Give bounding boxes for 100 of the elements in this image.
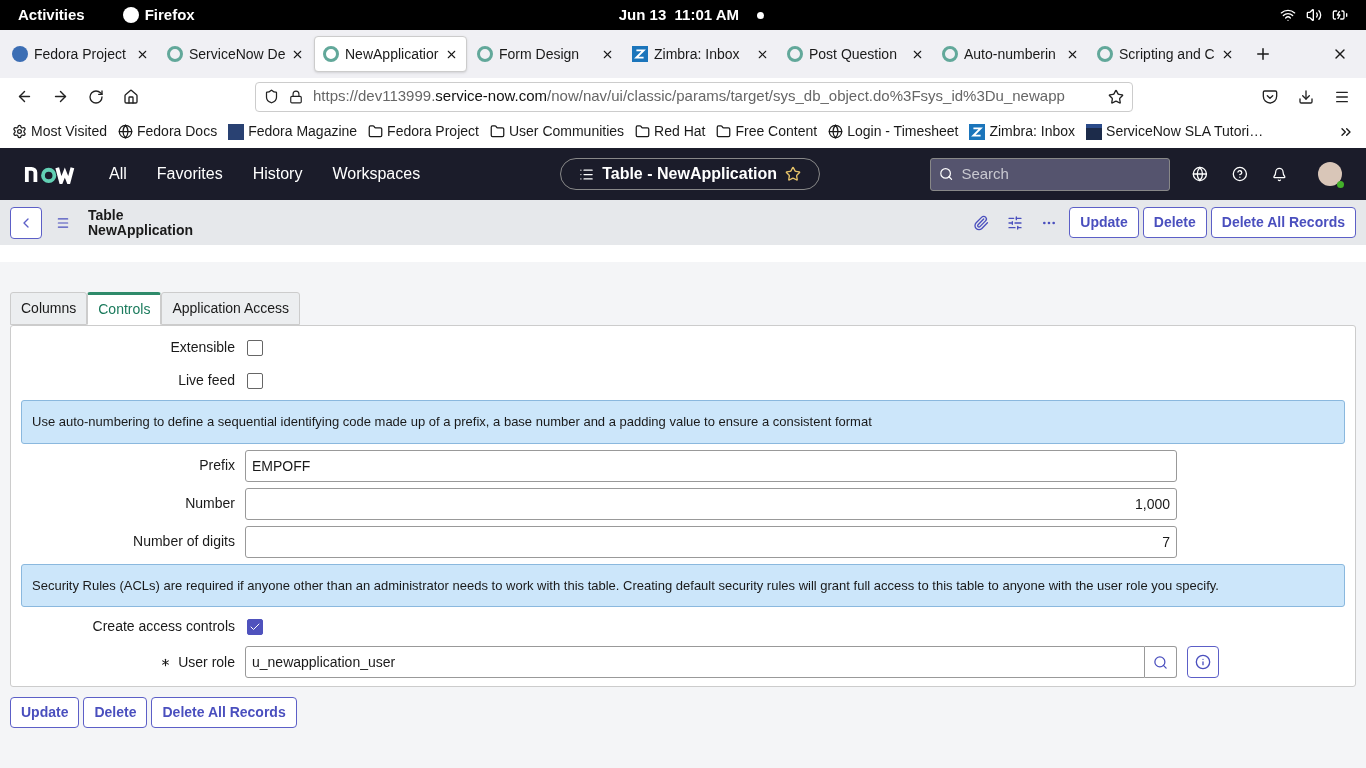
bookmark-star-icon[interactable] xyxy=(1108,88,1124,105)
browser-tab[interactable]: Scripting and C xyxy=(1089,36,1242,72)
new-tab-icon[interactable] xyxy=(1254,45,1272,63)
tab-title: Zimbra: Inbox xyxy=(654,44,741,64)
sliders-icon[interactable] xyxy=(1007,214,1024,231)
volume-icon[interactable] xyxy=(1306,7,1322,23)
field-label: User role xyxy=(178,652,235,672)
header-action-button[interactable]: Delete xyxy=(1142,207,1207,238)
bookmark-item[interactable]: Login - Timesheet xyxy=(847,121,959,142)
browser-tab[interactable]: Fedora Project xyxy=(4,36,157,72)
tab-title: Auto-numberin xyxy=(964,44,1057,64)
bookmark-item[interactable]: ServiceNow SLA Tutori… xyxy=(1106,121,1264,142)
info-message: Security Rules (ACLs) are required if anyone other than an administrator needs to work with this table. Creating default security rules will grant full access to this table to anyone with the user role you specify. xyxy=(21,563,1345,607)
form-tab[interactable]: Columns xyxy=(10,292,88,325)
wifi-icon[interactable] xyxy=(1280,7,1296,23)
search-field[interactable]: Search xyxy=(930,157,1171,191)
nav-menu-item[interactable]: Workspaces xyxy=(332,162,421,186)
bookmark-item[interactable]: User Communities xyxy=(508,121,625,142)
bookmark-item[interactable]: Fedora Project xyxy=(387,121,479,142)
nav-menu-item[interactable]: Favorites xyxy=(156,162,223,186)
lock-icon xyxy=(289,89,303,104)
field-label: Live feed xyxy=(178,371,235,390)
z-logo-icon xyxy=(632,46,648,62)
list-icon xyxy=(579,166,595,182)
url-text: https://dev113999.service-now.com/now/nav/ui/classic/params/target/sys_db_object.do%3Fsys_id%3Du_newapp xyxy=(313,86,1066,107)
record-type: Table xyxy=(88,207,125,223)
globe-icon[interactable] xyxy=(1192,166,1208,182)
activities-button[interactable]: Activities xyxy=(18,3,85,27)
forward-icon[interactable] xyxy=(52,88,69,105)
bookmark-item[interactable]: Red Hat xyxy=(654,121,706,142)
info-message: Use auto-numbering to define a sequential identifying code made up of a prefix, a base number and a padding value to ensure a consistent format xyxy=(21,400,1345,444)
folder-icon xyxy=(716,124,732,139)
record-name: NewApplication xyxy=(88,222,193,238)
browser-tab[interactable]: Form Design xyxy=(469,36,622,72)
browser-tab[interactable]: Zimbra: Inbox xyxy=(624,36,777,72)
form-action-button[interactable]: Delete xyxy=(83,697,148,728)
battery-icon[interactable] xyxy=(1332,7,1348,23)
ring-logo-icon xyxy=(1097,46,1113,62)
globe-icon xyxy=(118,124,133,139)
text-field[interactable]: 1,000 xyxy=(245,487,1177,520)
field-label: Prefix xyxy=(199,456,235,475)
checkbox[interactable] xyxy=(247,339,263,356)
globe-icon xyxy=(828,124,844,139)
reference-field[interactable]: u_newapplication_user xyxy=(245,646,1145,678)
home-icon[interactable] xyxy=(123,88,139,105)
form-tab[interactable]: Application Access xyxy=(161,292,301,325)
pocket-icon[interactable] xyxy=(1262,88,1278,105)
header-action-button[interactable]: Delete All Records xyxy=(1210,207,1356,238)
bell-icon[interactable] xyxy=(1271,166,1287,182)
browser-tab[interactable]: ServiceNow De xyxy=(159,36,312,72)
tab-title: ServiceNow De xyxy=(189,44,285,64)
tab-title: Form Design xyxy=(499,44,581,64)
bookmark-item[interactable]: Free Content xyxy=(735,121,818,142)
shield-icon xyxy=(264,89,279,104)
app-name[interactable]: Firefox xyxy=(144,3,195,27)
field-label: Extensible xyxy=(170,338,235,357)
field-label: Number xyxy=(185,494,235,513)
checkbox[interactable] xyxy=(247,372,263,389)
folder-icon xyxy=(368,124,384,139)
header-action-button[interactable]: Update xyxy=(1069,207,1139,238)
nav-menu-item[interactable]: History xyxy=(252,162,303,186)
text-field[interactable]: EMPOFF xyxy=(245,449,1177,482)
back-icon[interactable] xyxy=(16,88,33,105)
clock[interactable]: Jun 13 11:01 AM xyxy=(618,3,740,27)
bookmark-item[interactable]: Fedora Magazine xyxy=(248,121,358,142)
browser-tab[interactable]: Auto-numberin xyxy=(934,36,1087,72)
ring-logo-icon xyxy=(942,46,958,62)
folder-icon xyxy=(489,124,505,139)
browser-tab[interactable]: NewApplicatior xyxy=(314,36,467,72)
info-button[interactable] xyxy=(1187,646,1219,678)
bookmark-item[interactable]: Most Visited xyxy=(31,121,107,142)
back-button[interactable] xyxy=(10,206,42,239)
text-field[interactable]: 7 xyxy=(245,525,1177,558)
info-icon xyxy=(1195,654,1211,670)
lookup-button[interactable] xyxy=(1145,646,1177,678)
checkbox[interactable] xyxy=(247,618,263,635)
paperclip-icon[interactable] xyxy=(973,214,990,231)
browser-tab[interactable]: Post Question xyxy=(779,36,932,72)
address-field[interactable]: https://dev113999.service-now.com/now/nav/ui/classic/params/target/sys_db_object.do%3Fsys_id%3Du_newapp xyxy=(255,81,1133,112)
form-action-button[interactable]: Delete All Records xyxy=(151,697,297,728)
form-action-button[interactable]: Update xyxy=(10,697,80,728)
form-tab[interactable]: Controls xyxy=(87,292,162,325)
bookmark-item[interactable]: Zimbra: Inbox xyxy=(989,121,1076,142)
search-icon xyxy=(939,166,954,182)
reload-icon[interactable] xyxy=(88,88,104,105)
download-icon[interactable] xyxy=(1298,88,1314,105)
fedora-logo-icon xyxy=(12,46,28,62)
bookmark-item[interactable]: Fedora Docs xyxy=(137,121,218,142)
ring-logo-icon xyxy=(167,46,183,62)
ring-logo-icon xyxy=(323,46,339,62)
help-icon[interactable] xyxy=(1231,166,1248,182)
nav-menu-item[interactable]: All xyxy=(109,162,127,186)
tab-title: Fedora Project xyxy=(34,44,127,64)
z-logo-icon xyxy=(969,123,986,140)
avatar-icon[interactable] xyxy=(1318,162,1342,186)
tab-title: Post Question xyxy=(809,44,898,64)
search-input[interactable]: Search xyxy=(961,162,1162,186)
magazine-logo-icon xyxy=(228,123,245,140)
field-label: Number of digits xyxy=(133,532,235,551)
ring-logo-icon xyxy=(477,46,493,62)
